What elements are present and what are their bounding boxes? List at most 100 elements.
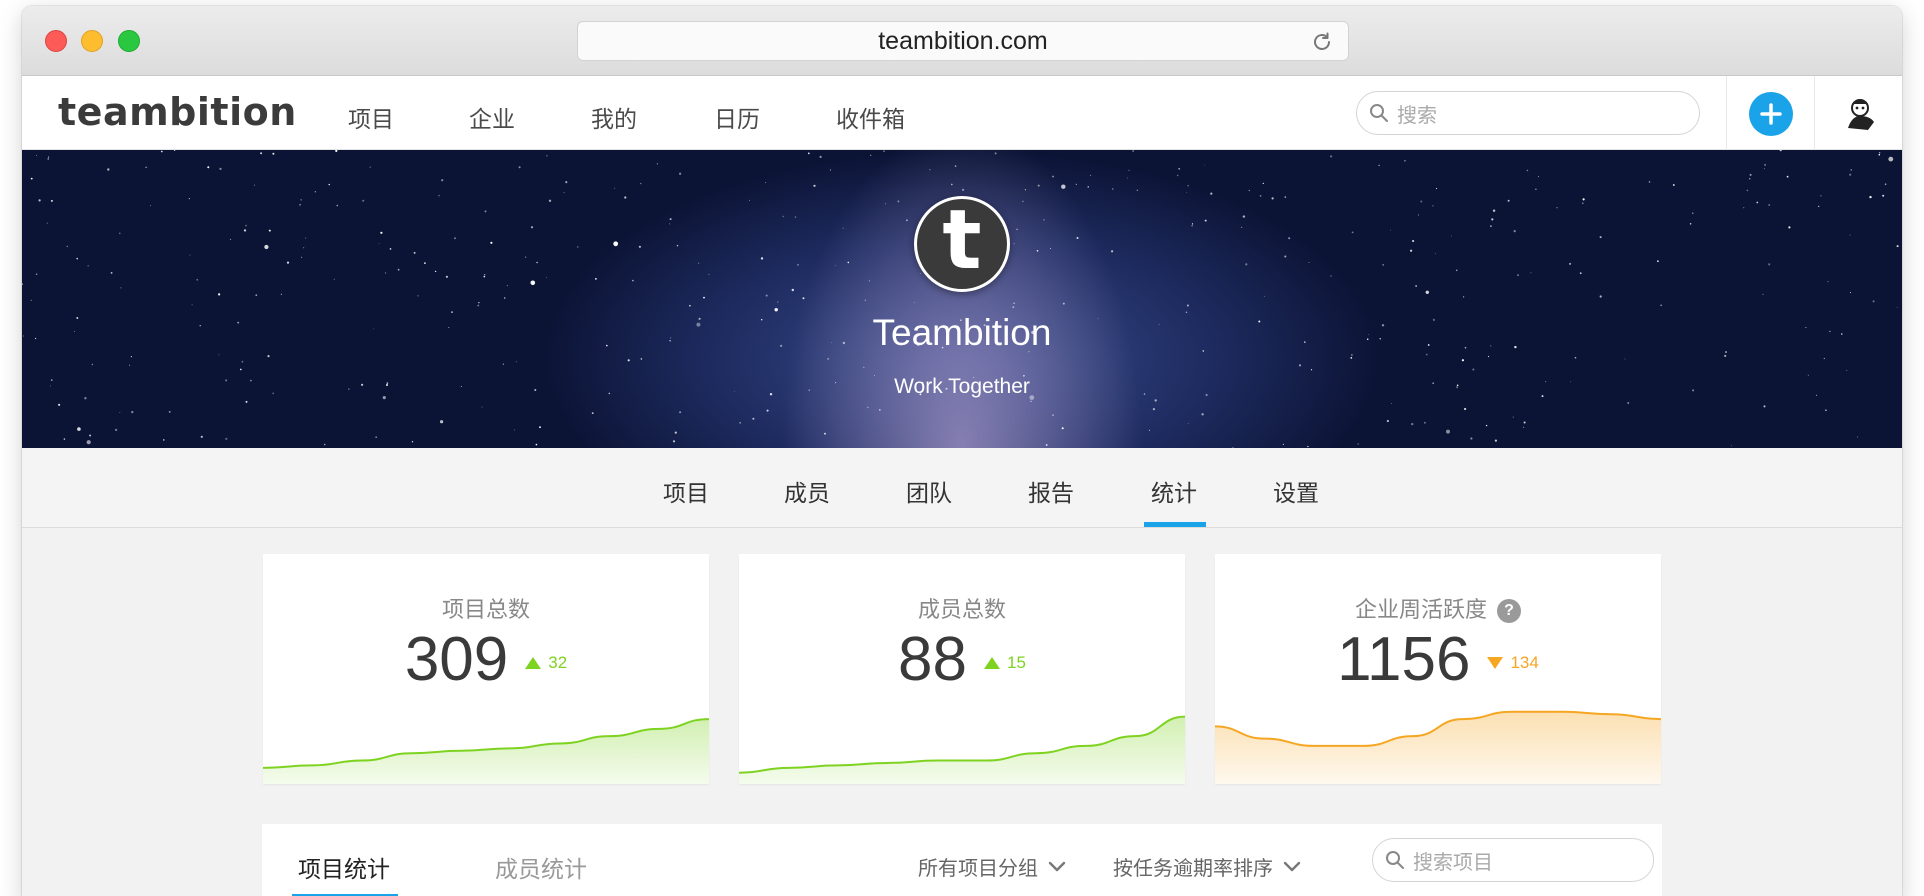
star — [548, 199, 552, 202]
tab-member-statistics[interactable]: 成员统计 — [495, 850, 587, 884]
star — [1487, 355, 1490, 358]
sparkline-area — [263, 719, 709, 784]
star — [240, 368, 242, 371]
tab-reports[interactable]: 报告 — [1028, 474, 1074, 508]
star — [565, 181, 568, 184]
star — [1724, 354, 1727, 357]
star — [676, 245, 679, 247]
star — [515, 361, 517, 363]
tab-projects[interactable]: 项目 — [663, 474, 709, 508]
star — [424, 262, 426, 264]
star — [1491, 218, 1494, 221]
star — [1298, 364, 1302, 367]
star — [130, 356, 132, 358]
star — [218, 293, 221, 296]
organization-tabs: 项目 成员 团队 报告 统计 设置 — [22, 448, 1902, 528]
star — [1423, 421, 1426, 424]
star — [1872, 300, 1875, 303]
star — [1523, 426, 1525, 428]
star — [1152, 408, 1155, 411]
star — [1136, 189, 1138, 191]
star — [883, 150, 885, 152]
star — [518, 166, 521, 169]
tab-teams[interactable]: 团队 — [906, 474, 952, 508]
star — [1846, 369, 1848, 371]
star — [1420, 200, 1423, 203]
star — [145, 166, 147, 168]
star — [878, 409, 881, 411]
nav-item-inbox[interactable]: 收件箱 — [836, 100, 905, 134]
nav-item-enterprise[interactable]: 企业 — [469, 100, 515, 134]
help-icon[interactable]: ? — [1497, 599, 1521, 623]
browser-window: teambition.com teambition 项目 企业 我的 日历 收件… — [22, 6, 1902, 896]
star — [632, 279, 634, 282]
star — [63, 438, 66, 440]
star — [1818, 205, 1820, 208]
star — [1485, 424, 1488, 427]
star — [1849, 173, 1852, 176]
star — [1882, 194, 1885, 197]
star — [782, 215, 784, 218]
star — [1412, 239, 1415, 243]
add-button[interactable] — [1749, 92, 1793, 136]
star — [280, 293, 282, 295]
star — [1186, 304, 1189, 307]
tab-settings[interactable]: 设置 — [1273, 474, 1319, 508]
star — [962, 188, 965, 191]
chevron-down-icon — [1048, 861, 1066, 871]
star — [1204, 164, 1206, 166]
global-search-input[interactable]: 搜索 — [1356, 91, 1700, 135]
star — [1382, 264, 1385, 266]
star — [1390, 229, 1391, 231]
star — [1201, 413, 1204, 416]
star — [824, 432, 826, 435]
nav-item-projects[interactable]: 项目 — [348, 100, 394, 134]
project-group-dropdown[interactable]: 所有项目分组 — [918, 852, 1066, 881]
star — [1350, 357, 1353, 359]
star — [1410, 249, 1413, 252]
app-logo[interactable]: teambition — [58, 90, 297, 134]
address-bar[interactable]: teambition.com — [577, 21, 1349, 61]
nav-item-mine[interactable]: 我的 — [591, 100, 637, 134]
star — [1288, 237, 1291, 240]
star — [243, 229, 247, 232]
star — [1850, 169, 1852, 171]
star — [110, 272, 113, 274]
tab-members[interactable]: 成员 — [784, 474, 830, 508]
star — [1470, 437, 1473, 440]
tab-statistics[interactable]: 统计 — [1151, 474, 1197, 508]
user-avatar[interactable] — [1840, 94, 1880, 134]
star — [536, 261, 538, 264]
star — [1177, 174, 1179, 177]
nav-item-calendar[interactable]: 日历 — [714, 100, 760, 134]
star — [1879, 152, 1881, 154]
star — [1624, 358, 1626, 360]
stat-card-label-text: 企业周活跃度 — [1354, 598, 1487, 623]
star — [441, 179, 444, 182]
star — [1112, 188, 1114, 190]
close-window-button[interactable] — [45, 30, 67, 52]
star — [1569, 262, 1572, 265]
star — [535, 443, 538, 446]
star — [640, 358, 643, 360]
maximize-window-button[interactable] — [118, 30, 140, 52]
star — [1599, 236, 1602, 239]
project-search-input[interactable]: 搜索项目 — [1372, 838, 1654, 882]
star — [1076, 237, 1079, 239]
star — [260, 152, 263, 155]
star — [1016, 228, 1018, 231]
tab-project-statistics[interactable]: 项目统计 — [298, 850, 390, 884]
star — [624, 196, 627, 199]
sort-dropdown[interactable]: 按任务逾期率排序 — [1113, 852, 1301, 881]
star — [656, 163, 658, 165]
star — [1378, 164, 1380, 167]
star — [1494, 439, 1497, 442]
star — [1030, 400, 1032, 402]
minimize-window-button[interactable] — [81, 30, 103, 52]
star — [870, 154, 872, 156]
star — [1126, 177, 1128, 179]
star — [867, 406, 869, 409]
star — [1037, 184, 1040, 187]
reload-icon[interactable] — [1310, 30, 1334, 54]
sparkline-chart — [1215, 710, 1661, 784]
